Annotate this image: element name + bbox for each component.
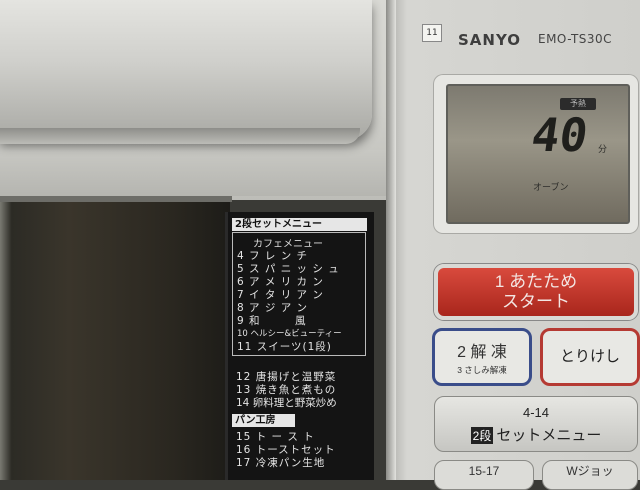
menu-item: 10 ヘルシー&ビューティー [237,329,342,339]
start-button[interactable]: 1 あたため スタート [434,264,638,320]
defrost-button[interactable]: 2 解 凍 3 さしみ解凍 [432,328,532,386]
menu-item: 4 フ レ ン チ [237,250,309,262]
door-strip [0,150,390,196]
menu-sticker: 2段セットメニュー カフェメニュー 4 フ レ ン チ 5 ス パ ニ ッ シ … [225,212,374,480]
bakery-button[interactable]: 15-17 [434,460,534,490]
door-handle-lip [0,128,360,144]
model-number: EMO-TS30C [538,32,613,46]
menu-item: 8 ア ジ ア ン [237,302,309,314]
display-value: 40 [528,108,592,162]
display-mode: オーブン [533,183,569,193]
brand-logo: SANYO [458,31,522,49]
set-menu-range: 4-14 [522,405,550,420]
menu-item: 12 唐揚げと温野菜 [236,371,337,383]
defrost-label: 2 解 凍 [457,344,507,361]
door-handle[interactable] [0,0,372,140]
bakery-header: パン工房 [232,414,295,427]
menu-item: 7 イ タ リ ア ン [237,289,324,301]
set-menu-label-wrap: 2段 セットメニュー [435,424,637,445]
start-label-2: スタート [502,292,570,311]
panel-edge [386,0,396,480]
two-tier-badge: 2段 [470,427,494,444]
menu-item: 11 スイーツ(1段) [237,341,332,353]
menu-item: 9 和 風 [237,315,307,327]
oven-window-frame [0,196,232,480]
menu-item: 13 焼き魚と煮もの [236,384,337,396]
double-button[interactable]: Wジョッ [542,460,638,490]
display-unit: 分 [598,145,608,155]
menu-item: 17 冷凍パン生地 [236,457,326,469]
menu-item: 14 卵料理と野菜炒め [236,397,337,409]
menu-item: 6 ア メ リ カ ン [237,276,324,288]
start-label-1: 1 あたため [494,272,578,291]
cafe-menu-header: カフェメニュー [253,239,323,250]
cafe-menu-box: カフェメニュー 4 フ レ ン チ 5 ス パ ニ ッ シ ュ 6 ア メ リ … [232,232,366,356]
menu-item: 5 ス パ ニ ッ シ ュ [237,263,340,275]
cancel-button[interactable]: とりけし [540,328,640,386]
menu-item: 16 トーストセット [236,444,336,456]
sashimi-defrost-label: 3 さしみ解凍 [457,365,507,375]
menu-item: 15 ト ー ス ト [236,431,315,443]
set-menu-label: セットメニュー [496,427,602,444]
menu-header: 2段セットメニュー [232,218,367,231]
model-tag: 11 [422,24,442,42]
set-menu-button[interactable]: 4-14 2段 セットメニュー [434,396,638,452]
